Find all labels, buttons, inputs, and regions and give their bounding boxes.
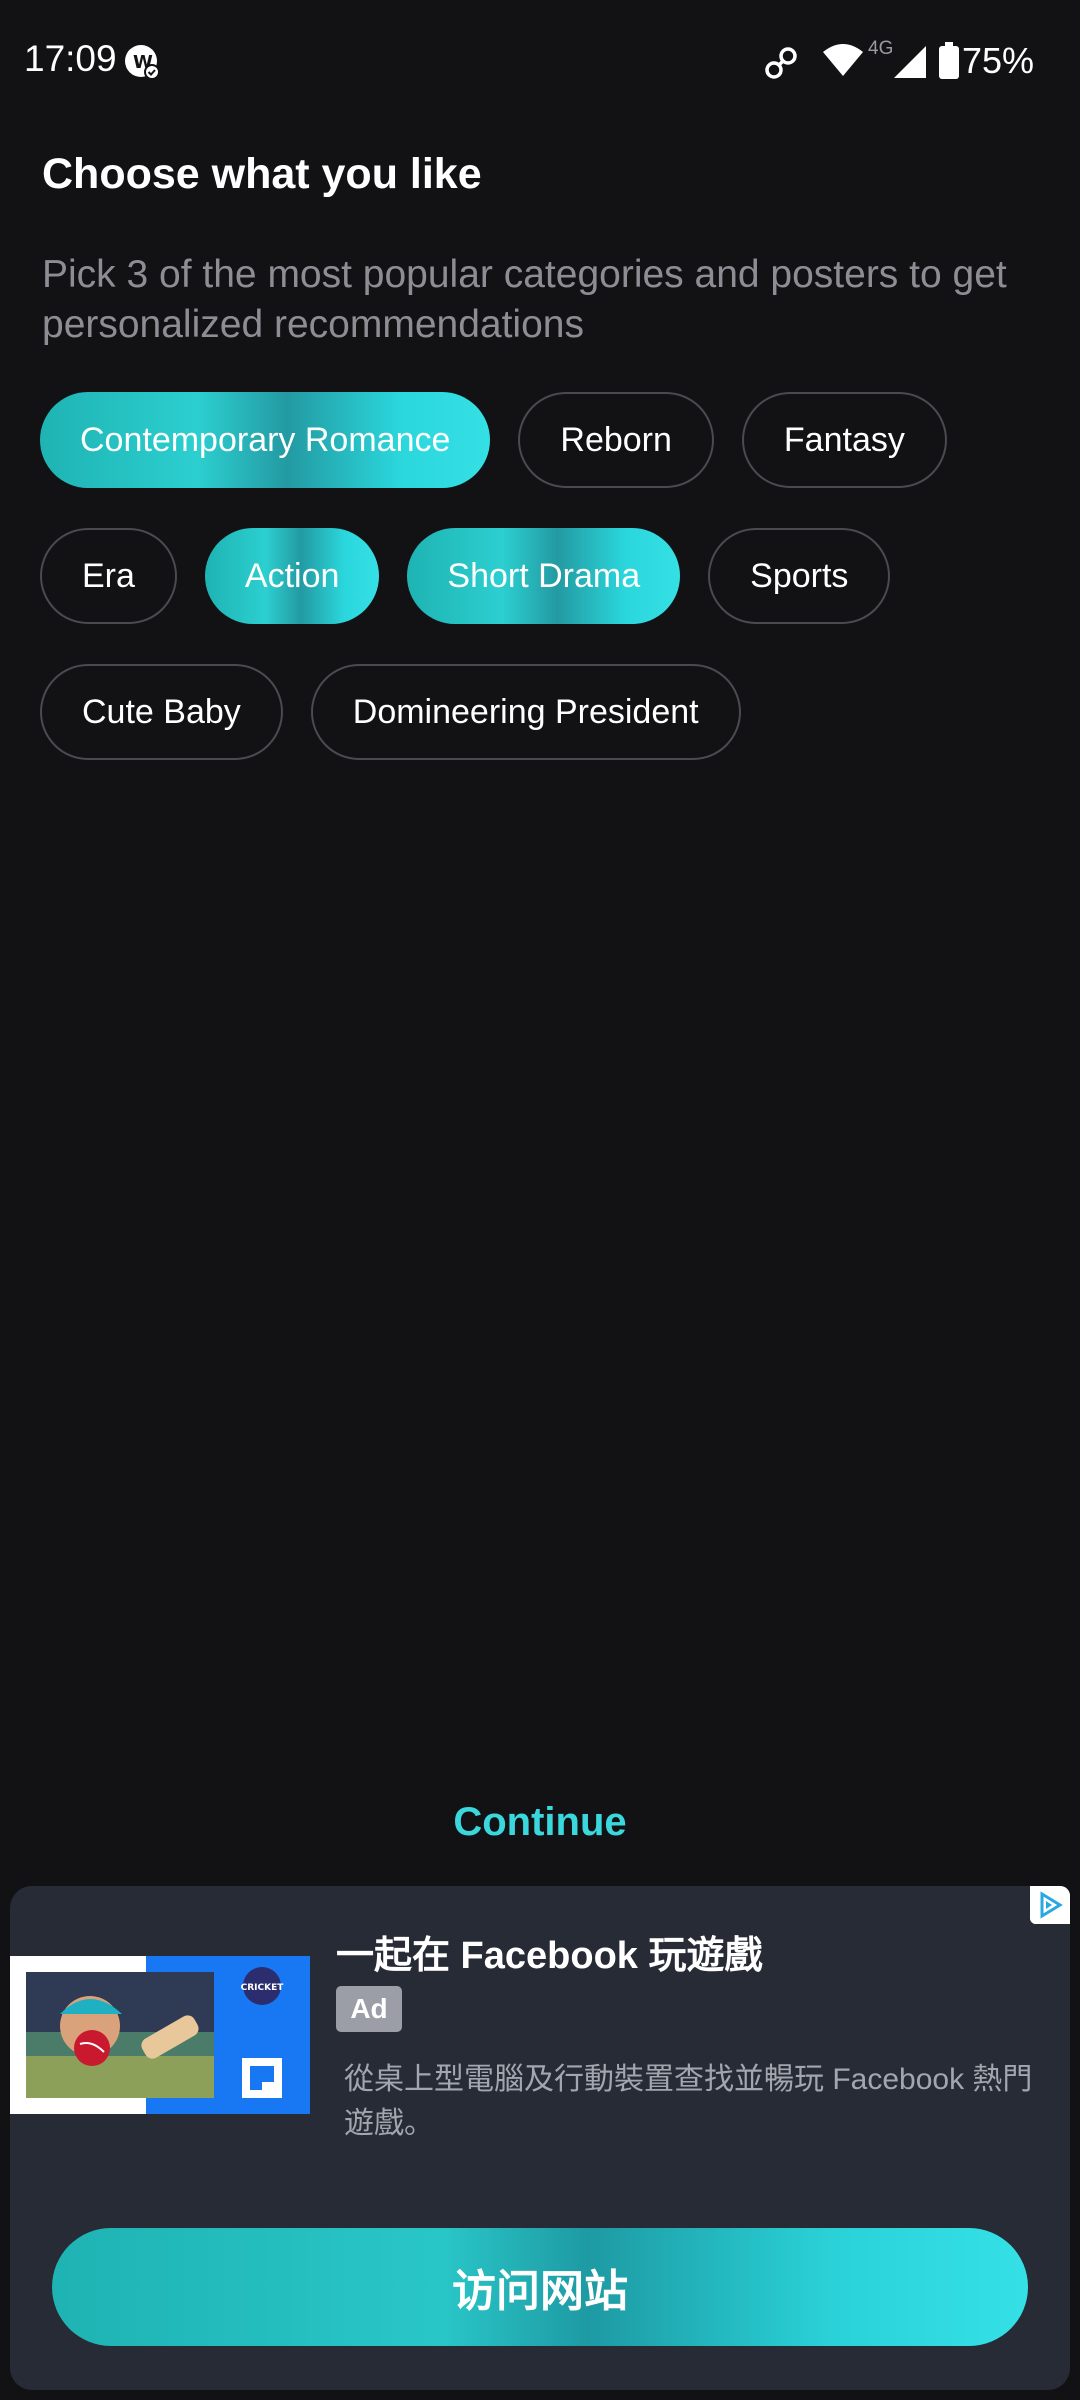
category-chip-era[interactable]: Era [40,528,177,624]
wifi-icon [823,44,863,76]
link-icon [765,47,797,79]
status-time: 17:09 [24,38,117,79]
status-bar: 17:09 W 4G 75% [0,0,1080,124]
page-title: Choose what you like [42,150,482,198]
ad-image-logo-text: CRICKET [241,1983,285,1993]
chip-row: Contemporary Romance Reborn Fantasy [40,392,1050,488]
app-notification-icon: W [125,45,160,80]
signal-icon [894,46,926,78]
ad-headline[interactable]: 一起在 Facebook 玩遊戲 [336,1924,763,1979]
page-subtitle: Pick 3 of the most popular categories an… [42,253,1007,346]
category-chip-short-drama[interactable]: Short Drama [407,528,681,624]
category-chip-cute-baby[interactable]: Cute Baby [40,664,283,760]
category-chip-fantasy[interactable]: Fantasy [741,392,947,488]
category-chip-contemporary-romance[interactable]: Contemporary Romance [40,392,491,488]
category-chip-action[interactable]: Action [204,528,380,624]
screen: 17:09 W 4G 75% Choose what you like Pick… [0,0,1080,2400]
ad-badge: Ad [336,1986,402,2032]
ad-choices-icon[interactable] [1030,1886,1070,1924]
battery-icon [939,42,959,79]
network-type-label: 4G [868,38,894,59]
category-chip-list: Contemporary Romance Reborn Fantasy Era … [40,392,1050,800]
battery-percentage: 75% [962,40,1035,81]
category-chip-reborn[interactable]: Reborn [518,392,714,488]
ad-body-text: 從桌上型電腦及行動裝置查找並暢玩 Facebook 熱門遊戲。 [344,2063,1033,2140]
category-chip-domineering-president[interactable]: Domineering President [310,664,741,760]
ad-game-image[interactable]: CRICKET [10,1956,310,2114]
chip-row: Era Action Short Drama Sports [40,528,1050,624]
chip-row: Cute Baby Domineering President [40,664,1050,760]
ad-visit-website-button[interactable]: 访问网站 [52,2228,1028,2346]
continue-button[interactable]: Continue [0,1800,1080,1845]
category-chip-sports[interactable]: Sports [708,528,891,624]
